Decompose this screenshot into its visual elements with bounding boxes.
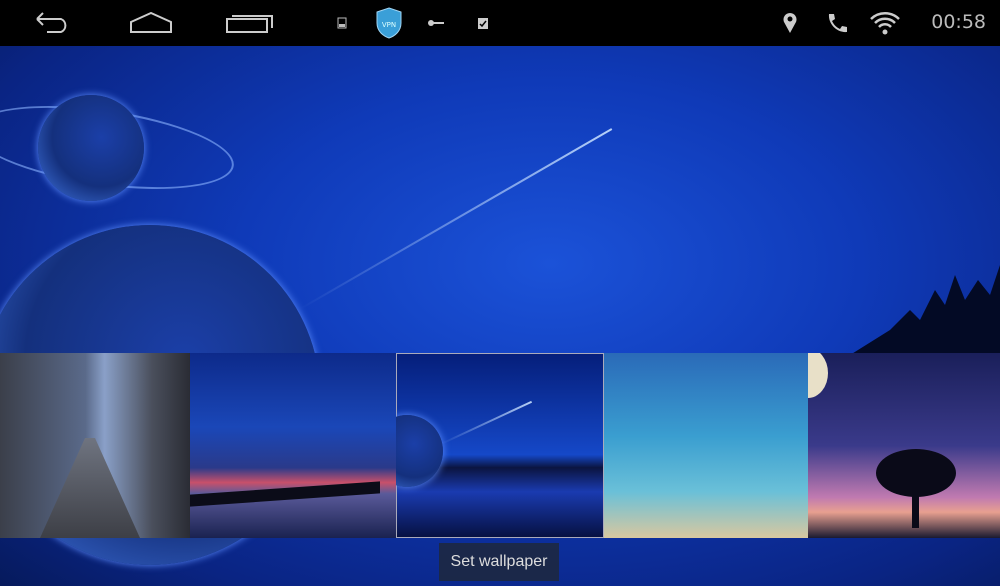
thumbnail-blue-planet[interactable]: [396, 353, 604, 538]
status-bar: VPN 00:58: [0, 0, 1000, 46]
phone-icon: [824, 0, 850, 46]
thumbnail-starry-tree[interactable]: [808, 353, 1000, 538]
back-icon[interactable]: [30, 0, 76, 46]
svg-text:VPN: VPN: [382, 21, 396, 29]
thumb-planet: [396, 415, 443, 487]
moon: [808, 353, 828, 398]
small-planet: [38, 95, 144, 201]
street: [40, 438, 140, 538]
wifi-icon: [868, 0, 902, 46]
tree-silhouette: [850, 265, 1000, 355]
wallpaper-thumbnail-strip[interactable]: [0, 353, 1000, 538]
thumbnail-teal-gradient[interactable]: [604, 353, 808, 538]
thumbnail-pier-sunset[interactable]: [190, 353, 396, 538]
tree: [876, 449, 956, 528]
pier: [190, 481, 380, 507]
thumb-comet: [440, 400, 533, 445]
location-icon: [778, 0, 802, 46]
clipboard-check-icon: [474, 0, 492, 46]
vpn-shield-icon: VPN: [374, 0, 404, 46]
thumbnail-city-street[interactable]: [0, 353, 190, 538]
recents-icon[interactable]: [225, 0, 275, 46]
set-wallpaper-button[interactable]: Set wallpaper: [439, 543, 559, 581]
clock: 00:58: [931, 11, 986, 33]
comet-trail: [299, 128, 613, 310]
home-icon[interactable]: [128, 0, 174, 46]
image-icon: [334, 0, 350, 46]
key-icon: [426, 0, 446, 46]
